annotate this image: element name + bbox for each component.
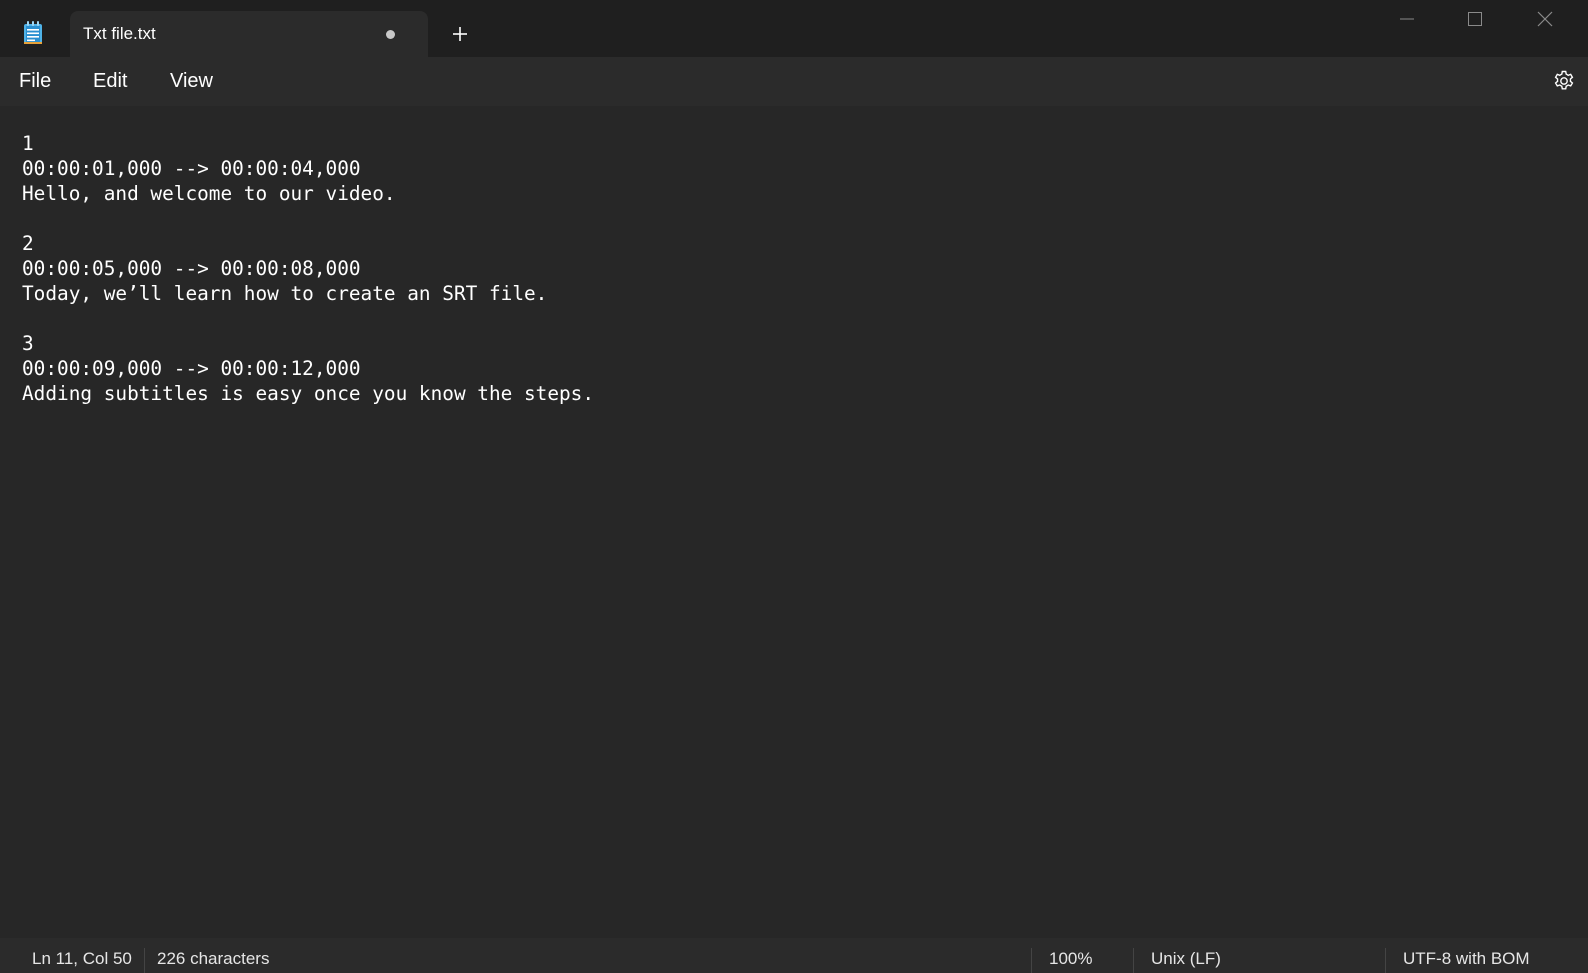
gear-icon[interactable] xyxy=(1552,69,1576,93)
close-icon xyxy=(1537,11,1553,27)
close-button[interactable] xyxy=(1528,0,1588,40)
minimize-icon xyxy=(1400,18,1414,20)
status-divider xyxy=(1133,948,1134,973)
zoom-level[interactable]: 100% xyxy=(1049,949,1092,969)
tab-txt-file[interactable]: Txt file.txt xyxy=(70,11,428,57)
cursor-position: Ln 11, Col 50 xyxy=(32,949,132,968)
status-divider xyxy=(1031,948,1032,973)
title-bar: Txt file.txt xyxy=(0,0,1588,57)
encoding[interactable]: UTF-8 with BOM xyxy=(1403,949,1530,969)
notepad-icon xyxy=(23,21,43,45)
maximize-button[interactable] xyxy=(1460,0,1528,40)
line-ending[interactable]: Unix (LF) xyxy=(1151,949,1221,969)
maximize-icon xyxy=(1468,12,1482,26)
status-divider xyxy=(144,948,145,973)
menu-file[interactable]: File xyxy=(19,70,51,93)
menu-edit[interactable]: Edit xyxy=(93,70,127,93)
menu-bar: File Edit View xyxy=(0,57,1588,106)
notepad-window: Txt file.txt File Edit View 1 00:00:01,0… xyxy=(0,0,1588,973)
status-divider xyxy=(1385,948,1386,973)
minimize-button[interactable] xyxy=(1392,0,1460,40)
text-editor[interactable]: 1 00:00:01,000 --> 00:00:04,000 Hello, a… xyxy=(0,106,1588,938)
character-count: 226 characters xyxy=(157,949,270,968)
unsaved-dot-icon[interactable] xyxy=(386,30,395,39)
plus-icon[interactable] xyxy=(448,22,472,46)
editor-content[interactable]: 1 00:00:01,000 --> 00:00:04,000 Hello, a… xyxy=(22,131,594,406)
status-bar: Ln 11, Col 50 226 characters 100% Unix (… xyxy=(0,938,1588,973)
menu-view[interactable]: View xyxy=(170,70,213,93)
tab-title: Txt file.txt xyxy=(83,24,156,43)
